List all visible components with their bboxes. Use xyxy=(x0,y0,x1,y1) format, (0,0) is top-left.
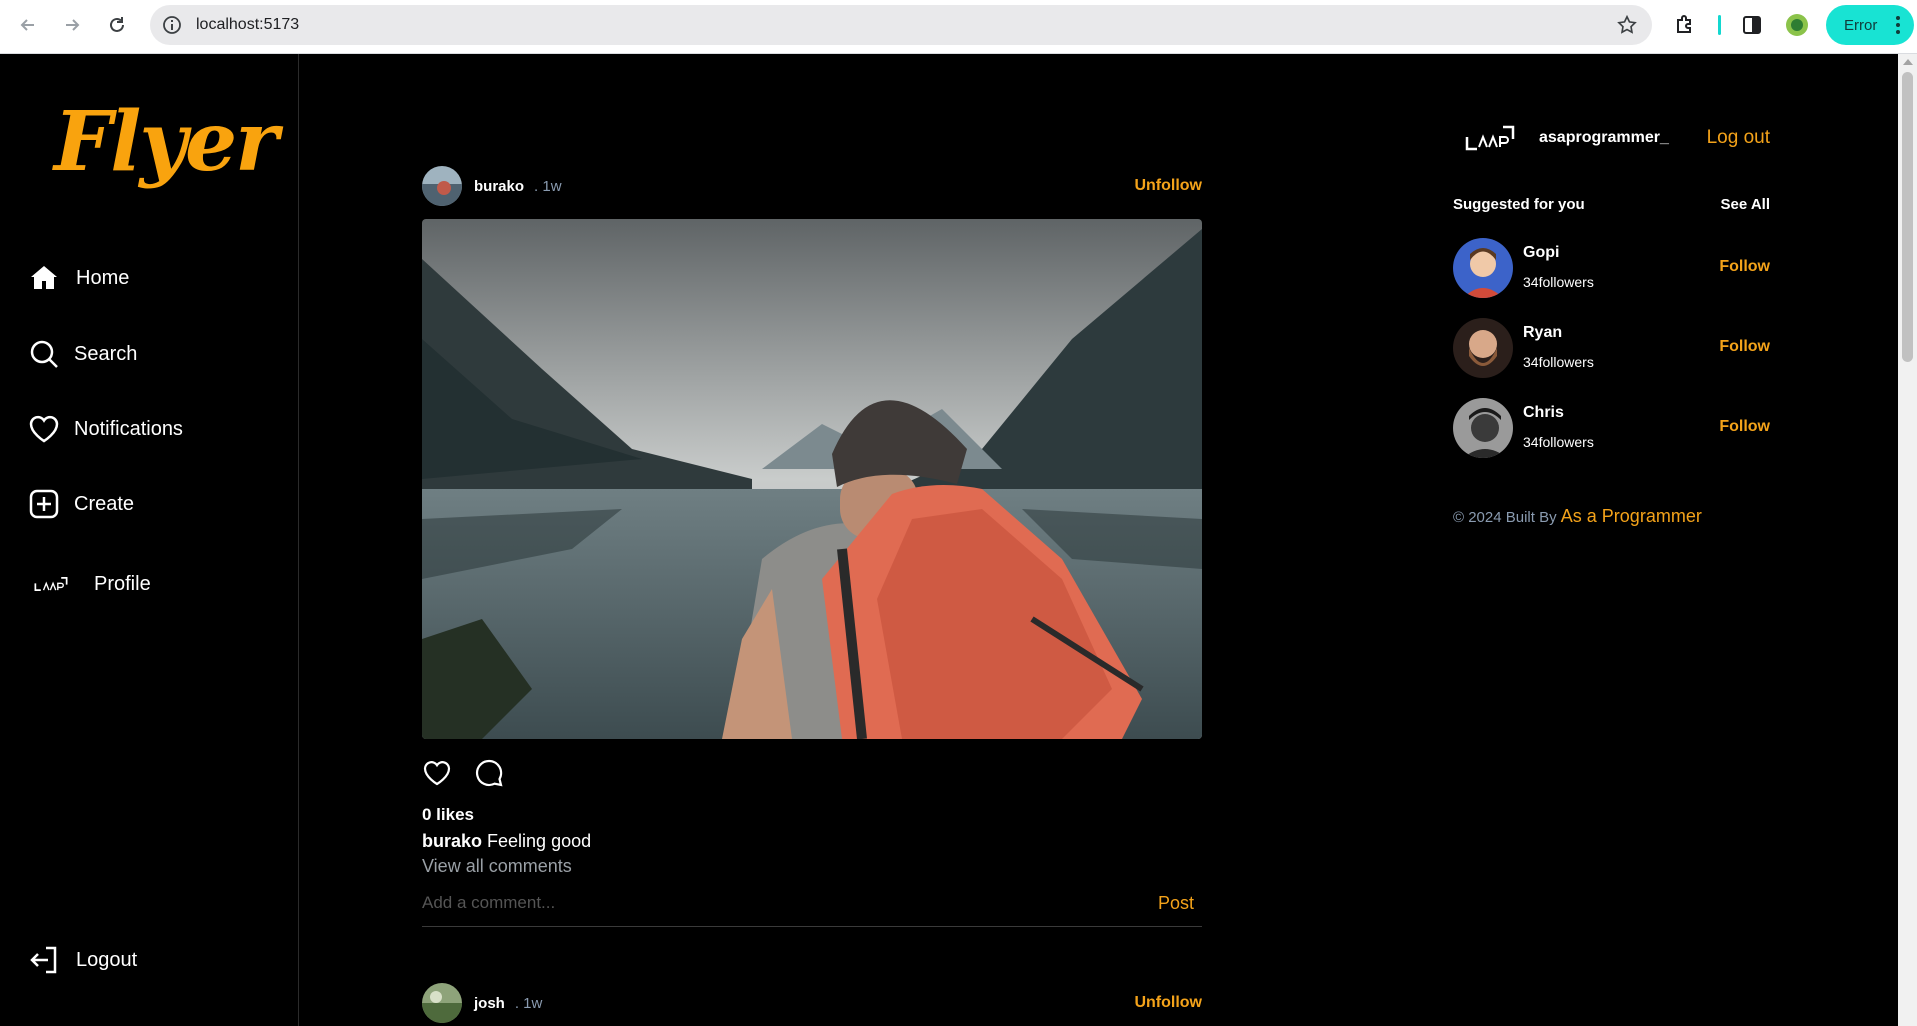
caption-username[interactable]: burako xyxy=(422,831,482,851)
post-time: . 1w xyxy=(534,177,562,195)
unfollow-button[interactable]: Unfollow xyxy=(1134,177,1202,195)
browser-toolbar: localhost:5173 Error xyxy=(0,0,1917,54)
feed-post: josh . 1w Unfollow xyxy=(422,982,1202,1024)
sidebar-item-profile[interactable]: Profile xyxy=(28,564,151,604)
footer-text: © 2024 Built By xyxy=(1453,509,1557,526)
suggested-user: Gopi 34followers Follow xyxy=(1453,238,1770,298)
plus-square-icon xyxy=(29,489,59,519)
post-time: . 1w xyxy=(514,994,543,1012)
page-scrollbar[interactable] xyxy=(1898,54,1917,1026)
suggested-user-name[interactable]: Gopi xyxy=(1523,244,1559,262)
scrollbar-thumb[interactable] xyxy=(1902,72,1913,362)
avatar[interactable] xyxy=(422,983,462,1023)
profile-avatar-icon xyxy=(34,577,68,591)
sidebar-item-logout[interactable]: Logout xyxy=(28,940,137,980)
current-username[interactable]: asaprogrammer_ xyxy=(1539,129,1669,147)
sidebar: Flyer Home Search Notifications Create P… xyxy=(0,54,299,1026)
extensions-icon[interactable] xyxy=(1673,13,1697,37)
site-info-icon[interactable] xyxy=(162,15,182,35)
error-button[interactable]: Error xyxy=(1826,5,1914,45)
suggested-user-name[interactable]: Chris xyxy=(1523,404,1564,422)
reload-icon xyxy=(110,17,124,32)
footer-credit: © 2024 Built By As a Programmer xyxy=(1453,506,1702,527)
avatar[interactable] xyxy=(1453,238,1513,298)
bookmark-star-icon[interactable] xyxy=(1616,14,1638,36)
follow-button[interactable]: Follow xyxy=(1719,258,1770,276)
unfollow-button[interactable]: Unfollow xyxy=(1134,994,1202,1012)
suggested-user: Ryan 34followers Follow xyxy=(1453,318,1770,378)
sidebar-item-label: Search xyxy=(74,342,138,365)
logout-icon xyxy=(30,946,57,974)
post-actions xyxy=(422,757,1202,789)
error-label: Error xyxy=(1844,16,1878,34)
suggested-user: Chris 34followers Follow xyxy=(1453,398,1770,458)
footer-link[interactable]: As a Programmer xyxy=(1561,506,1702,526)
logo[interactable]: Flyer xyxy=(54,94,278,190)
sidebar-item-create[interactable]: Create xyxy=(28,484,134,524)
post-header: josh . 1w Unfollow xyxy=(422,982,1202,1024)
post-header: burako . 1w Unfollow xyxy=(422,165,1202,207)
caption-text: Feeling good xyxy=(487,831,592,851)
comment-input[interactable] xyxy=(422,893,1102,913)
likes-count: 0 likes xyxy=(422,805,474,824)
sidebar-item-notifications[interactable]: Notifications xyxy=(28,409,183,449)
sidebar-item-label: Home xyxy=(76,266,130,289)
feed-post: burako . 1w Unfollow 0 likes burako Feel… xyxy=(422,165,1202,927)
forward-arrow-icon xyxy=(66,19,80,31)
avatar[interactable] xyxy=(1453,318,1513,378)
forward-button[interactable] xyxy=(58,11,86,39)
back-arrow-icon xyxy=(20,19,34,31)
follow-button[interactable]: Follow xyxy=(1719,418,1770,436)
search-icon xyxy=(30,340,58,368)
sidebar-item-home[interactable]: Home xyxy=(28,258,129,298)
url-text: localhost:5173 xyxy=(196,16,300,33)
post-username[interactable]: burako xyxy=(474,178,524,195)
suggested-user-followers: 34followers xyxy=(1523,354,1594,370)
side-panel-icon[interactable] xyxy=(1740,13,1764,37)
scroll-up-arrow-icon[interactable] xyxy=(1903,59,1913,65)
reload-button[interactable] xyxy=(103,11,131,39)
post-comment-button[interactable]: Post xyxy=(1158,893,1194,914)
post-image[interactable] xyxy=(422,219,1202,739)
suggested-user-name[interactable]: Ryan xyxy=(1523,324,1562,342)
like-heart-icon[interactable] xyxy=(422,758,452,788)
back-button[interactable] xyxy=(14,11,42,39)
suggested-user-followers: 34followers xyxy=(1523,434,1594,450)
profile-avatar-icon[interactable] xyxy=(1785,13,1809,37)
sidebar-item-label: Profile xyxy=(94,572,151,595)
app-page: Flyer Home Search Notifications Create P… xyxy=(0,54,1898,1026)
current-user-row: asaprogrammer_ Log out xyxy=(1465,118,1770,158)
sidebar-item-label: Logout xyxy=(76,948,138,971)
post-caption: burako Feeling good xyxy=(422,831,1202,852)
avatar[interactable] xyxy=(1465,123,1515,153)
log-out-button[interactable]: Log out xyxy=(1707,127,1770,149)
more-vert-icon xyxy=(1896,16,1900,34)
sidebar-item-label: Create xyxy=(74,492,135,515)
follow-button[interactable]: Follow xyxy=(1719,338,1770,356)
comment-form: Post xyxy=(422,891,1202,927)
address-bar[interactable]: localhost:5173 xyxy=(150,5,1652,45)
suggested-user-followers: 34followers xyxy=(1523,274,1594,290)
suggested-header: Suggested for you See All xyxy=(1453,196,1770,216)
avatar[interactable] xyxy=(422,166,462,206)
heart-icon xyxy=(29,415,59,443)
post-username[interactable]: josh xyxy=(474,995,505,1012)
toolbar-divider xyxy=(1718,15,1721,35)
view-all-comments-link[interactable]: View all comments xyxy=(422,856,1202,877)
suggested-title: Suggested for you xyxy=(1453,196,1585,213)
avatar[interactable] xyxy=(1453,398,1513,458)
sidebar-item-label: Notifications xyxy=(74,417,183,440)
comment-icon[interactable] xyxy=(474,758,504,788)
home-icon xyxy=(31,266,57,289)
sidebar-item-search[interactable]: Search xyxy=(28,334,137,374)
see-all-link[interactable]: See All xyxy=(1721,196,1770,213)
